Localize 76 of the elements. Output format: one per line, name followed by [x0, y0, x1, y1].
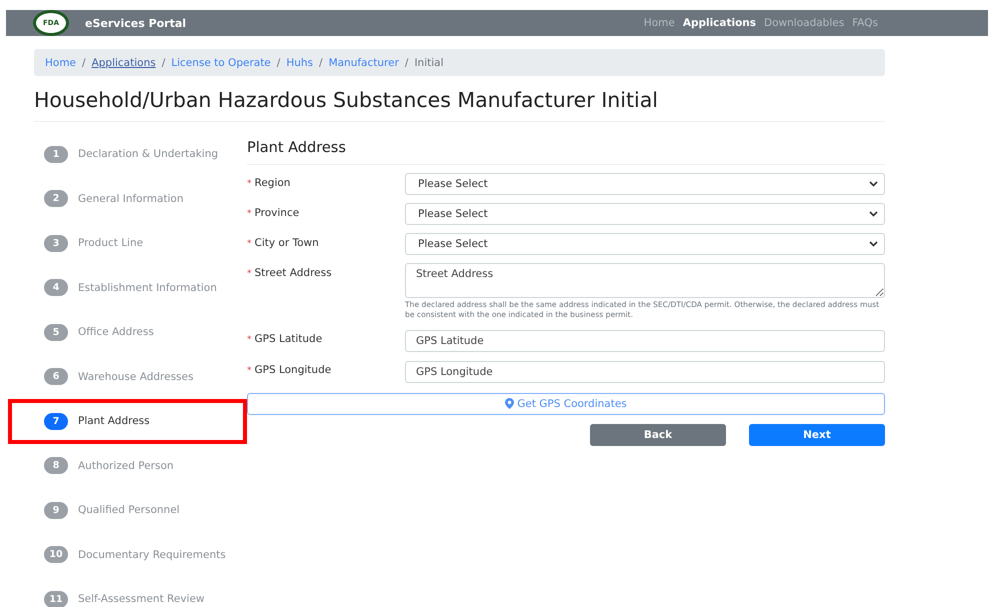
step-label: Warehouse Addresses: [78, 370, 194, 383]
portal-title: eServices Portal: [85, 16, 186, 30]
step-number: 11: [44, 590, 68, 607]
section-title: Plant Address: [247, 140, 885, 165]
step-item[interactable]: 1 Declaration & Undertaking: [8, 132, 247, 176]
step-label: Authorized Person: [78, 460, 174, 472]
step-item[interactable]: 6 Warehouse Addresses: [8, 354, 247, 399]
nav-link[interactable]: Downloadables: [764, 17, 844, 29]
field-label: Street Address: [254, 267, 332, 279]
breadcrumb-link[interactable]: Manufacturer: [328, 56, 399, 68]
field-label: City or Town: [254, 237, 319, 249]
step-label: Plant Address: [78, 415, 150, 428]
breadcrumb-link[interactable]: License to Operate: [171, 56, 271, 68]
chevron-down-icon: [869, 211, 878, 217]
step-number: 10: [44, 546, 68, 564]
step-item[interactable]: 9 Qualified Personnel: [8, 488, 247, 532]
required-mark: *: [247, 334, 252, 344]
required-mark: *: [247, 269, 252, 279]
field-label: GPS Longitude: [254, 364, 332, 376]
required-mark: *: [247, 179, 252, 189]
breadcrumb-link[interactable]: Home: [45, 56, 76, 68]
step-number: 2: [44, 190, 68, 208]
step-label: Declaration & Undertaking: [78, 148, 218, 160]
step-label: Product Line: [78, 237, 144, 250]
input-field[interactable]: GPS Latitude: [405, 330, 885, 352]
map-pin-icon: [505, 398, 514, 409]
step-label: Documentary Requirements: [78, 548, 226, 561]
required-mark: *: [247, 366, 252, 376]
dropdown[interactable]: Please Select: [405, 233, 885, 255]
step-number: 8: [44, 457, 68, 474]
field-label: GPS Latitude: [254, 332, 322, 344]
chevron-down-icon: [869, 181, 878, 187]
step-number: 4: [44, 279, 68, 296]
field-label: Province: [254, 207, 300, 219]
breadcrumb-separator: /: [404, 56, 408, 68]
dropdown[interactable]: Please Select: [405, 203, 885, 225]
step-label: Self-Assessment Review: [78, 593, 205, 606]
back-button[interactable]: Back: [590, 424, 726, 446]
step-item[interactable]: 10 Documentary Requirements: [8, 532, 247, 577]
step-number: 3: [44, 234, 68, 252]
highlighted-step[interactable]: 7 Plant Address: [8, 399, 247, 444]
field-label: Region: [254, 177, 290, 189]
current-page-label: Initial: [414, 56, 444, 68]
breadcrumb-separator: /: [162, 56, 166, 68]
step-item[interactable]: 4 Establishment Information: [8, 266, 247, 310]
street-address-field[interactable]: Street Address: [405, 263, 885, 298]
step-label: Office Address: [78, 326, 154, 338]
required-mark: *: [247, 209, 252, 219]
step-number: 7: [44, 412, 68, 430]
step-number: 5: [44, 324, 68, 341]
breadcrumb-separator: /: [319, 56, 323, 68]
nav-link[interactable]: Home: [644, 17, 675, 29]
step-item[interactable]: 2 General Information: [8, 176, 247, 221]
step-label: Establishment Information: [78, 282, 217, 294]
nav-link[interactable]: FAQs: [852, 17, 878, 29]
step-number: 6: [44, 368, 68, 386]
breadcrumb-link[interactable]: Huhs: [286, 56, 314, 68]
get-gps-button[interactable]: Get GPS Coordinates: [247, 392, 885, 414]
breadcrumb-link[interactable]: Applications: [92, 56, 156, 68]
next-button[interactable]: Next: [749, 424, 885, 446]
step-number: 9: [44, 502, 68, 519]
chevron-down-icon: [869, 241, 878, 247]
nav-link[interactable]: Applications: [682, 17, 756, 29]
input-field[interactable]: GPS Longitude: [405, 360, 885, 382]
breadcrumb-separator: /: [276, 56, 280, 68]
required-mark: *: [247, 239, 252, 249]
step-label: Qualified Personnel: [78, 504, 180, 516]
page-title: Household/Urban Hazardous Substances Manufacturer Initial: [34, 88, 885, 122]
step-item[interactable]: 3 Product Line: [8, 221, 247, 266]
dropdown[interactable]: Please Select: [405, 173, 885, 195]
step-number: 1: [44, 146, 68, 163]
step-item[interactable]: 8 Authorized Person: [8, 444, 247, 488]
breadcrumb-separator: /: [82, 56, 86, 68]
step-item[interactable]: 11 Self-Assessment Review: [8, 577, 247, 607]
step-label: General Information: [78, 192, 184, 205]
step-item[interactable]: 5 Office Address: [8, 310, 247, 354]
